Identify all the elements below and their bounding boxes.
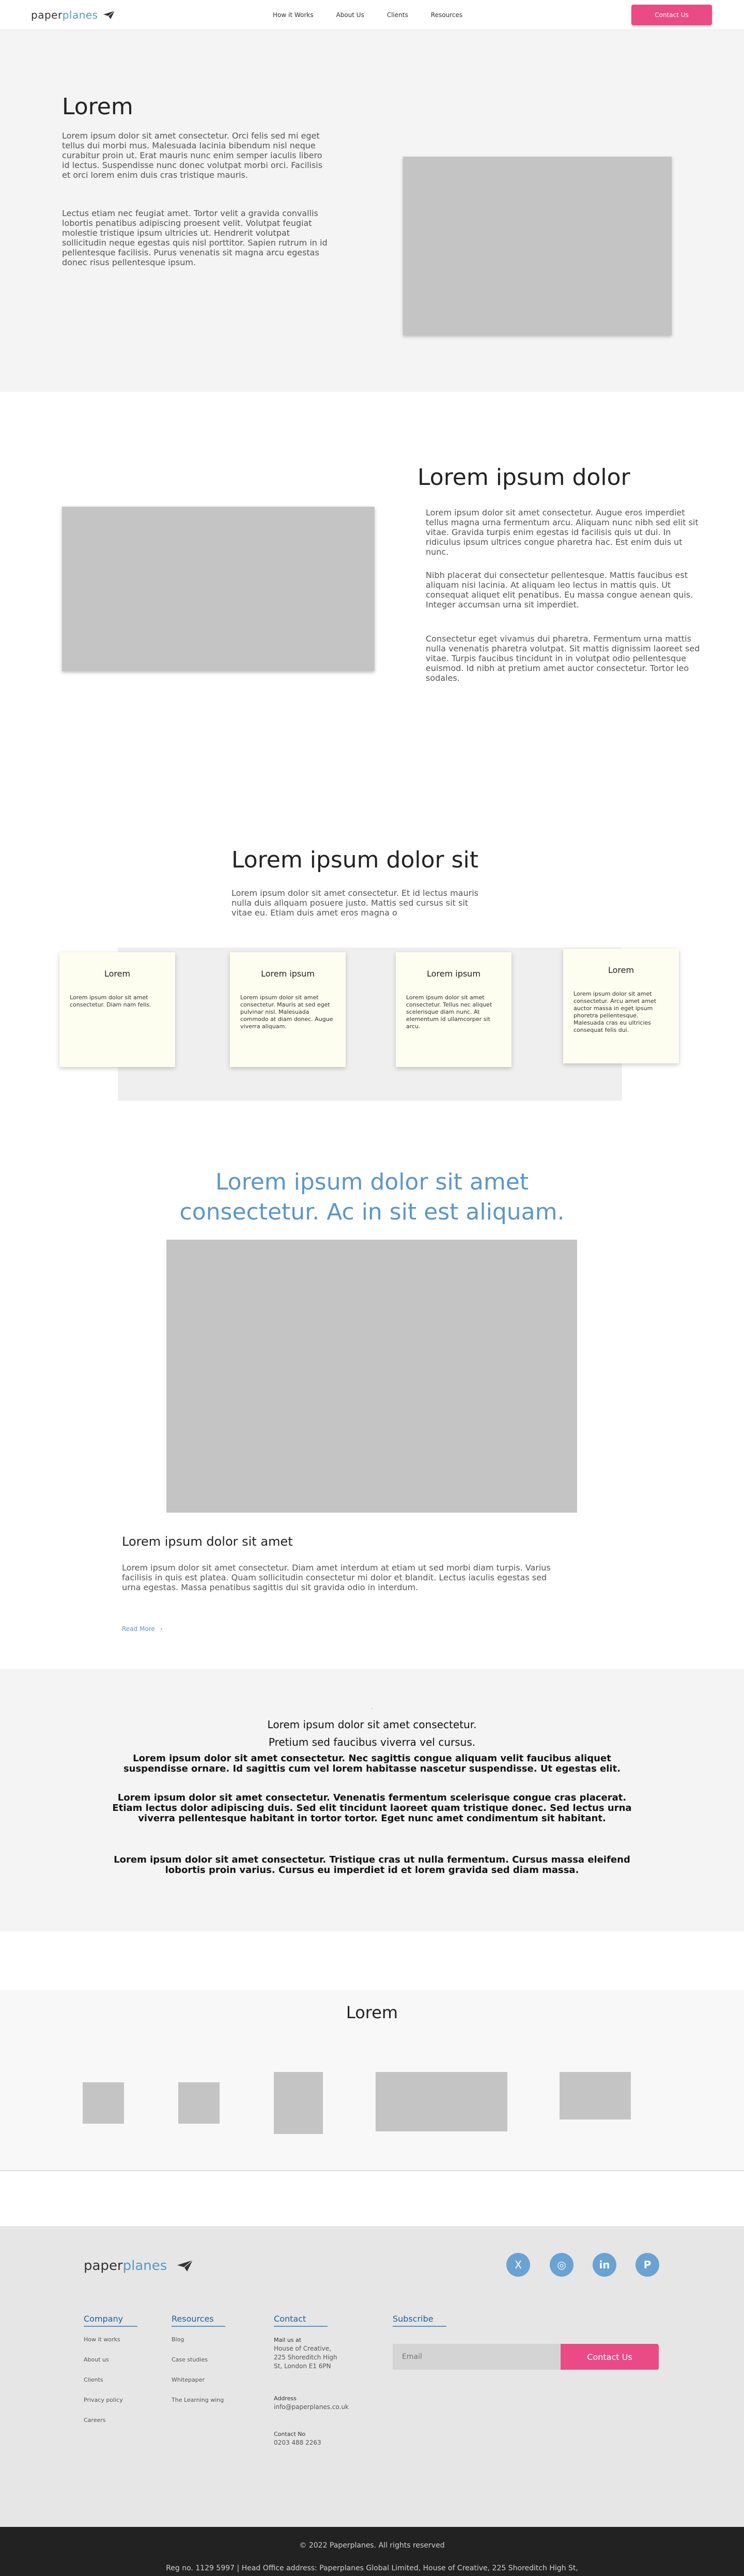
client-logo-placeholder [274,2072,323,2134]
footer-contact-heading: Contact [274,2314,328,2327]
footer-link-clients[interactable]: Clients [84,2376,137,2383]
feature-card-title: Lorem ipsum [261,969,315,979]
x-twitter-icon[interactable]: X [506,2253,530,2277]
feature-card-text: Lorem ipsum dolor sit amet consectetur. … [70,994,151,1008]
footer-company-heading: Company [84,2314,137,2327]
statement-dot: · [371,1705,373,1712]
feature-card-title: Lorem [104,969,131,979]
feature-card-text: Lorem ipsum dolor sit amet consectetur. … [240,994,333,1030]
chevron-right-icon: › [160,1625,163,1633]
feature-card-title: Lorem ipsum [427,969,481,979]
linkedin-icon[interactable]: in [593,2253,616,2277]
hero-paragraph-2: Lectus etiam nec feugiat amet. Tortor ve… [62,208,328,267]
footer-resources-column: Resources Blog Case studies Whitepaper T… [172,2314,225,2417]
features-title: Lorem ipsum dolor sit [231,847,478,873]
company-registration-text: Reg no. 1129 5997 | Head Office address:… [166,2564,578,2572]
logo-text: paperplanes [31,8,98,21]
client-logo-placeholder [83,2082,124,2124]
feature-card: Lorem ipsum Lorem ipsum dolor sit amet c… [230,952,346,1067]
statement-section: · Lorem ipsum dolor sit amet consectetur… [0,1669,744,1931]
footer-link-whitepaper[interactable]: Whitepaper [172,2376,225,2383]
footer-link-case-studies[interactable]: Case studies [172,2356,225,2363]
nav-links: How it Works About Us Clients Resources [273,11,462,19]
statement-paragraph-1: Lorem ipsum dolor sit amet consectetur. … [123,1753,621,1774]
spacer [0,2171,744,2226]
footer-logo[interactable]: paperplanes [84,2258,193,2274]
footer-contact-column: Contact Mail us at House of Creative, 22… [274,2314,349,2447]
footer-company-column: Company How it works About us Clients Pr… [84,2314,137,2437]
statement-paragraph-2: Lorem ipsum dolor sit amet consectetur. … [112,1792,632,1824]
intro-paragraph-3: Consectetur eget vivamus dui pharetra. F… [426,634,700,683]
statement-paragraph-3: Lorem ipsum dolor sit amet consectetur. … [114,1854,630,1876]
footer-link-learning-wing[interactable]: The Learning wing [172,2397,225,2403]
footer-address-line: St, London E1 6PN [274,2362,331,2370]
footer-phone-label: Contact No [274,2431,306,2437]
intro-paragraph-2: Nibh placerat dui consectetur pellentesq… [426,570,693,609]
statement-title-1: Lorem ipsum dolor sit amet consectetur. [267,1718,477,1731]
footer-link-privacy-policy[interactable]: Privacy policy [84,2397,137,2403]
spacer [0,1931,744,1990]
intro-paragraph-1: Lorem ipsum dolor sit amet consectetur. … [426,508,699,557]
statement-title-2: Pretium sed faucibus viverra vel cursus. [268,1736,476,1748]
footer-email-label: Address [274,2395,297,2402]
top-nav: paperplanes How it Works About Us Client… [0,0,744,30]
footer-logo-text: paperplanes [84,2258,167,2274]
feature-card: Lorem ipsum Lorem ipsum dolor sit amet c… [396,952,512,1067]
feature-card-text: Lorem ipsum dolor sit amet consectetur. … [574,990,657,1033]
article-section: Lorem ipsum dolor sit amet consectetur. … [0,1167,744,1669]
instagram-icon[interactable]: ◎ [550,2253,574,2277]
footer-address-line: House of Creative, [274,2345,331,2352]
features-band [118,948,622,1101]
paper-plane-icon [177,2260,193,2272]
footer-link-blog[interactable]: Blog [172,2336,225,2343]
footer-link-careers[interactable]: Careers [84,2417,137,2423]
footer-phone-link[interactable]: 0203 488 2263 [274,2438,349,2447]
client-logo-placeholder [376,2072,507,2131]
hero-section: Lorem Lorem ipsum dolor sit amet consect… [0,30,744,392]
footer-subscribe-heading: Subscribe [393,2314,446,2327]
nav-link-resources[interactable]: Resources [431,11,462,19]
read-more-label: Read More [122,1625,155,1633]
client-logo-placeholder [560,2072,631,2120]
subscribe-email-input[interactable] [393,2344,561,2370]
footer-visit-label: Mail us at [274,2337,302,2343]
legal-bar: © 2022 Paperplanes. All rights reserved … [0,2527,744,2576]
nav-link-clients[interactable]: Clients [387,11,408,19]
feature-card: Lorem Lorem ipsum dolor sit amet consect… [563,949,679,1063]
footer: paperplanes X ◎ in P Company How it work… [0,2226,744,2527]
feature-card: Lorem Lorem ipsum dolor sit amet consect… [59,952,175,1067]
read-more-link[interactable]: Read More › [122,1625,163,1633]
article-paragraph: Lorem ipsum dolor sit amet consectetur. … [122,1563,551,1592]
client-logos-section: Lorem [0,1990,744,2171]
article-image-placeholder [166,1240,577,1513]
logo[interactable]: paperplanes [31,9,115,21]
intro-title: Lorem ipsum dolor [417,464,630,491]
pinterest-icon[interactable]: P [636,2253,659,2277]
nav-link-about-us[interactable]: About Us [336,11,364,19]
hero-image-placeholder [403,157,672,335]
features-paragraph: Lorem ipsum dolor sit amet consectetur. … [231,888,478,918]
intro-section: Lorem ipsum dolor Lorem ipsum dolor sit … [0,392,744,816]
footer-resources-heading: Resources [172,2314,225,2327]
paper-plane-icon [103,10,115,19]
intro-image-placeholder [62,507,375,671]
hero-title: Lorem [62,94,133,120]
feature-card-text: Lorem ipsum dolor sit amet consectetur. … [406,994,492,1030]
client-logo-placeholder [178,2082,220,2124]
nav-link-how-it-works[interactable]: How it Works [273,11,314,19]
feature-card-title: Lorem [608,965,634,975]
copyright-text: © 2022 Paperplanes. All rights reserved [299,2541,445,2550]
footer-address-line: 225 Shoreditch High [274,2354,337,2361]
footer-subscribe-column: Subscribe [393,2314,446,2336]
footer-link-about-us[interactable]: About us [84,2356,137,2363]
features-section: Lorem ipsum dolor sit Lorem ipsum dolor … [0,816,744,1167]
article-title: Lorem ipsum dolor sit amet [122,1534,293,1549]
footer-link-how-it-works[interactable]: How it works [84,2336,137,2343]
subscribe-button[interactable]: Contact Us [561,2344,659,2370]
hero-paragraph-1: Lorem ipsum dolor sit amet consectetur. … [62,131,323,180]
highlight-quote: Lorem ipsum dolor sit amet consectetur. … [179,1169,565,1225]
client-logos-title: Lorem [346,2003,398,2022]
footer-email-link[interactable]: info@paperplanes.co.uk [274,2403,349,2412]
contact-us-button[interactable]: Contact Us [631,5,712,25]
